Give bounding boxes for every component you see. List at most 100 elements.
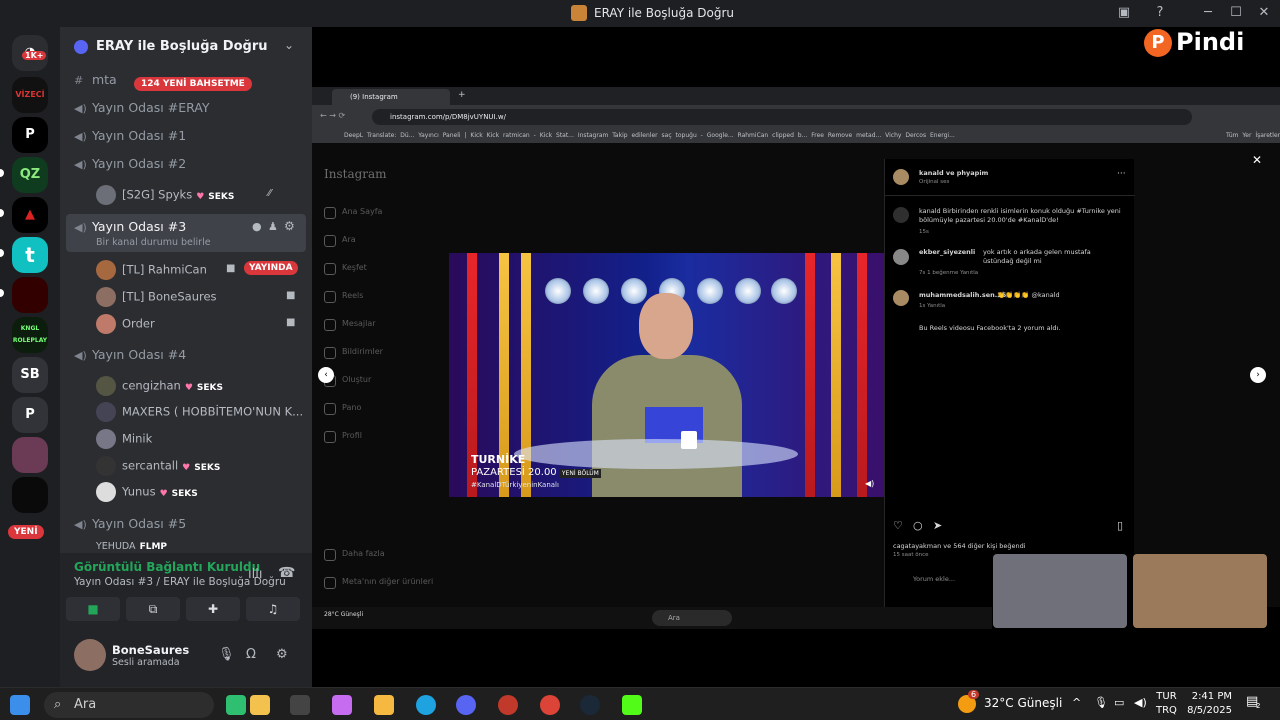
voice-user[interactable]: Order	[96, 314, 155, 334]
voice-user[interactable]: [TL] RahmiCan	[96, 260, 207, 280]
volume-icon[interactable]: ◀)	[1134, 696, 1147, 709]
task-view-icon[interactable]	[290, 695, 310, 715]
server-p2[interactable]: P	[12, 397, 48, 433]
server-p[interactable]: P	[12, 117, 48, 153]
nav-create[interactable]: Oluştur	[323, 375, 371, 387]
heart-icon[interactable]: ♡	[893, 519, 903, 532]
bookmark-icon[interactable]: ▯	[1117, 519, 1123, 532]
maximize-button[interactable]: ☐	[1226, 3, 1246, 23]
voice-user[interactable]: [TL] BoneSaures	[96, 287, 217, 307]
more-options-icon[interactable]: ···	[1117, 169, 1126, 179]
voice-channel[interactable]: ◀) Yayın Odası #1	[74, 128, 186, 143]
url-field[interactable]: instagram.com/p/DM8jvUYNUI.w/	[372, 109, 1192, 125]
share-icon[interactable]: ➤	[933, 519, 942, 532]
voice-channel[interactable]: ◀) Yayın Odası #4	[74, 347, 186, 362]
voice-user[interactable]: cengizhan ♥ SEKS	[96, 376, 223, 396]
file-explorer-icon[interactable]	[374, 695, 394, 715]
avatar[interactable]	[74, 639, 106, 671]
server-kngl-roleplay[interactable]: KNGL ROLEPLAY	[12, 317, 48, 353]
server-red[interactable]	[12, 277, 48, 313]
gear-icon[interactable]: ⚙	[284, 219, 295, 233]
app-icon[interactable]	[226, 695, 246, 715]
app-icon[interactable]	[250, 695, 270, 715]
headphones-icon[interactable]: Ω	[246, 647, 256, 662]
nav-meta[interactable]: Meta'nın diğer ürünleri	[323, 577, 433, 589]
nav-search[interactable]: Ara	[324, 235, 356, 247]
comment-input[interactable]: Yorum ekle...	[913, 575, 955, 583]
nav-dashboard[interactable]: Pano	[323, 403, 361, 415]
weather-text[interactable]: 32°C Güneşli	[984, 696, 1062, 710]
browser-tab[interactable]: (9) Instagram	[332, 89, 450, 105]
voice-channel[interactable]: ◀) Yayın Odası #2	[74, 156, 186, 171]
server-t[interactable]: t	[12, 237, 48, 273]
chevron-down-icon[interactable]: ⌄	[284, 38, 294, 52]
post-author[interactable]: kanald ve phyapim	[919, 169, 988, 177]
app-icon[interactable]	[498, 695, 518, 715]
kick-icon[interactable]	[622, 695, 642, 715]
screen-share-icon[interactable]: ▣	[1114, 3, 1134, 23]
nav-profile[interactable]: Profil	[324, 431, 362, 443]
minimize-button[interactable]: ─	[1198, 3, 1218, 23]
chevron-up-icon[interactable]: ^	[1072, 696, 1081, 709]
voice-channel-active[interactable]: ◀) Yayın Odası #3	[74, 219, 186, 234]
nav-messages[interactable]: Mesajlar	[324, 319, 376, 331]
chat-icon[interactable]: ●	[252, 220, 262, 233]
nav-home[interactable]: Ana Sayfa	[323, 207, 382, 219]
invite-icon[interactable]: ♟	[268, 220, 278, 233]
nav-notifications[interactable]: Bildirimler	[324, 347, 383, 359]
activity-button[interactable]: ✚	[186, 597, 240, 621]
server-avatar[interactable]	[12, 437, 48, 473]
voice-channel[interactable]: ◀) Yayın Odası #5	[74, 516, 186, 531]
close-button[interactable]: ✕	[1254, 3, 1274, 23]
microphone-icon[interactable]: 🎙	[1094, 696, 1108, 709]
voice-user[interactable]: YEHUDA FLMP	[96, 541, 167, 551]
discord-icon[interactable]	[456, 695, 476, 715]
screen-share-button[interactable]: ⧉	[126, 597, 180, 621]
instagram-logo[interactable]: Instagram	[324, 167, 387, 181]
new-tab-icon[interactable]: +	[458, 90, 466, 100]
server-sb[interactable]: SB	[12, 357, 48, 393]
channel-mta[interactable]: # mta	[74, 72, 117, 87]
prev-post-arrow[interactable]: ‹	[318, 367, 334, 383]
taskbar-search[interactable]: ⌕ Ara	[44, 692, 214, 718]
steam-icon[interactable]	[580, 695, 600, 715]
bookmarks[interactable]: DeepL Translate: Dü... Yayıncı Paneli | …	[344, 132, 955, 139]
comment-meta[interactable]: 1s Yanıtla	[919, 303, 945, 309]
new-mentions-badge[interactable]: 124 YENİ BAHSETME	[134, 77, 252, 91]
voice-user[interactable]: sercantall ♥ SEKS	[96, 456, 220, 476]
channel-status[interactable]: Bir kanal durumu belirle	[96, 237, 211, 248]
gear-icon[interactable]: ⚙	[276, 647, 288, 662]
voice-channel[interactable]: ◀) Yayın Odası #ERAY	[74, 100, 209, 115]
start-icon[interactable]	[10, 695, 30, 715]
server-qz[interactable]: QZ	[12, 157, 48, 193]
nav-more[interactable]: Daha fazla	[324, 549, 385, 561]
copilot-icon[interactable]	[332, 695, 352, 715]
voice-user[interactable]: Minik	[96, 429, 152, 449]
voice-user[interactable]: Yunus ♥ SEKS	[96, 482, 198, 502]
comment-user[interactable]: ekber_siyezenli	[919, 248, 975, 256]
avatar[interactable]	[893, 169, 909, 185]
comment-meta[interactable]: 7s 1 beğenme Yanıtla	[919, 270, 978, 276]
volume-icon[interactable]: ◀)	[865, 479, 874, 488]
microphone-icon[interactable]: 🎙	[218, 647, 235, 662]
all-bookmarks[interactable]: Tüm Yer İşaretleri	[1226, 129, 1280, 143]
nav-explore[interactable]: Keşfet	[324, 263, 367, 275]
input-language[interactable]: TUR TRQ	[1156, 690, 1177, 718]
comment-icon[interactable]: ○	[913, 519, 923, 532]
soundboard-button[interactable]: ♫	[246, 597, 300, 621]
user-name[interactable]: BoneSaures	[112, 643, 189, 657]
reel-video[interactable]: TURNİKE PAZARTESİ 20.00 YENİ BÖLÜM #Kana…	[449, 253, 885, 497]
nav-arrows-icon[interactable]: ← → ⟳	[320, 111, 345, 120]
clock[interactable]: 2:41 PM 8/5/2025	[1186, 690, 1232, 718]
close-icon[interactable]: ✕	[1252, 153, 1262, 167]
edge-icon[interactable]	[416, 695, 436, 715]
nav-reels[interactable]: Reels	[323, 291, 363, 303]
guild-header[interactable]: ERAY ile Boşluğa Doğru ⌄	[60, 27, 312, 67]
next-post-arrow[interactable]: ›	[1250, 367, 1266, 383]
post-audio[interactable]: Orijinal ses	[919, 179, 949, 185]
server-vizeci[interactable]: VİZECİ	[12, 77, 48, 113]
likes-count[interactable]: cagatayakman ve 564 diğer kişi beğendi	[893, 542, 1026, 550]
help-icon[interactable]: ?	[1150, 3, 1170, 23]
signal-icon[interactable]: ıllı	[248, 567, 262, 582]
camera-button[interactable]: ■	[66, 597, 120, 621]
